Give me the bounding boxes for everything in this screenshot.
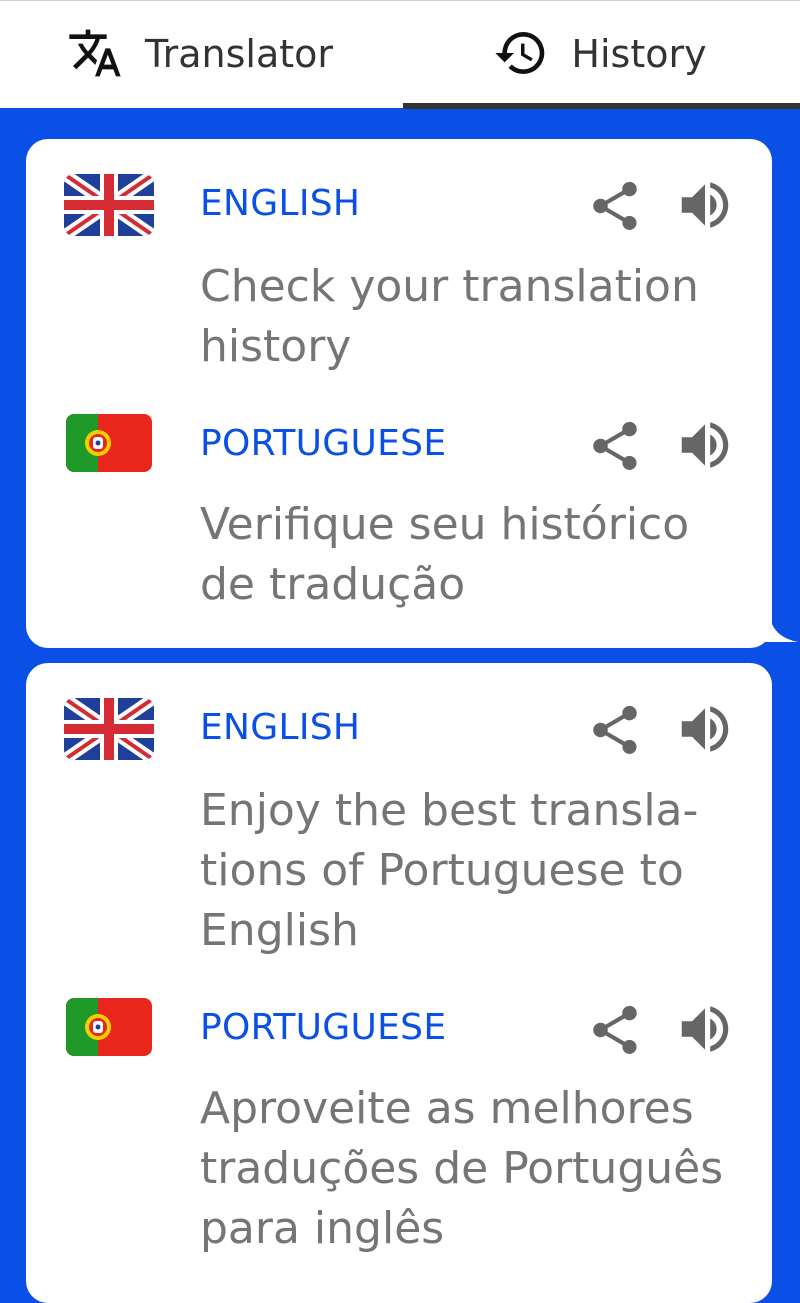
uk-flag-icon [64, 174, 154, 236]
entry-text-line: tions of Portuguese to [200, 845, 684, 896]
speaker-icon[interactable] [674, 698, 736, 760]
language-label: ENGLISH [200, 183, 361, 224]
portugal-flag-icon [66, 998, 152, 1056]
share-icon[interactable] [586, 999, 644, 1061]
entry-text-line: traduções de Português [200, 1143, 724, 1194]
speaker-icon[interactable] [674, 174, 736, 236]
speaker-icon[interactable] [674, 998, 736, 1060]
history-icon [495, 32, 545, 75]
entry-text-line: Enjoy the best transla- [200, 785, 699, 836]
entry-text: Aproveite as melhores traduções de Portu… [200, 1079, 740, 1259]
tab-history-label: History [571, 32, 707, 76]
portugal-flag-icon [66, 414, 152, 472]
history-card[interactable]: ENGLISH Check your translation history P… [26, 139, 798, 648]
entry-text-line: de tradução [200, 559, 466, 610]
history-entry-target: PORTUGUESE Verifique seu histórico de tr… [26, 379, 772, 639]
share-icon[interactable] [586, 415, 644, 477]
uk-flag-icon [64, 698, 154, 760]
tab-history[interactable]: History [400, 1, 800, 109]
entry-text-line: Verifique seu histórico [200, 499, 690, 550]
language-label: PORTUGUESE [200, 1007, 447, 1048]
entry-text-line: Aproveite as melhores [200, 1083, 694, 1134]
history-entry-source: ENGLISH Enjoy the best transla- tions of… [26, 663, 772, 973]
share-icon[interactable] [586, 175, 644, 237]
tab-translator-label: Translator [144, 32, 334, 76]
entry-text-line: history [200, 321, 352, 372]
entry-text: Verifique seu histórico de tradução [200, 495, 740, 615]
translate-icon [69, 29, 121, 77]
language-label: ENGLISH [200, 707, 361, 748]
language-label: PORTUGUESE [200, 423, 447, 464]
entry-text-line: Check your translation [200, 261, 699, 312]
history-entry-source: ENGLISH Check your translation history [26, 139, 772, 379]
tab-translator[interactable]: Translator [0, 1, 400, 109]
entry-text: Enjoy the best transla- tions of Portugu… [200, 781, 740, 961]
history-card[interactable]: ENGLISH Enjoy the best transla- tions of… [26, 663, 772, 1303]
tab-selected-indicator [403, 103, 800, 109]
share-icon[interactable] [586, 699, 644, 761]
tab-bar: Translator History [0, 0, 800, 109]
entry-text-line: para inglês [200, 1203, 445, 1254]
speaker-icon[interactable] [674, 414, 736, 476]
entry-text-line: English [200, 905, 359, 956]
entry-text: Check your translation history [200, 257, 740, 377]
history-entry-target: PORTUGUESE Aproveite as melhores traduçõ… [26, 963, 772, 1263]
